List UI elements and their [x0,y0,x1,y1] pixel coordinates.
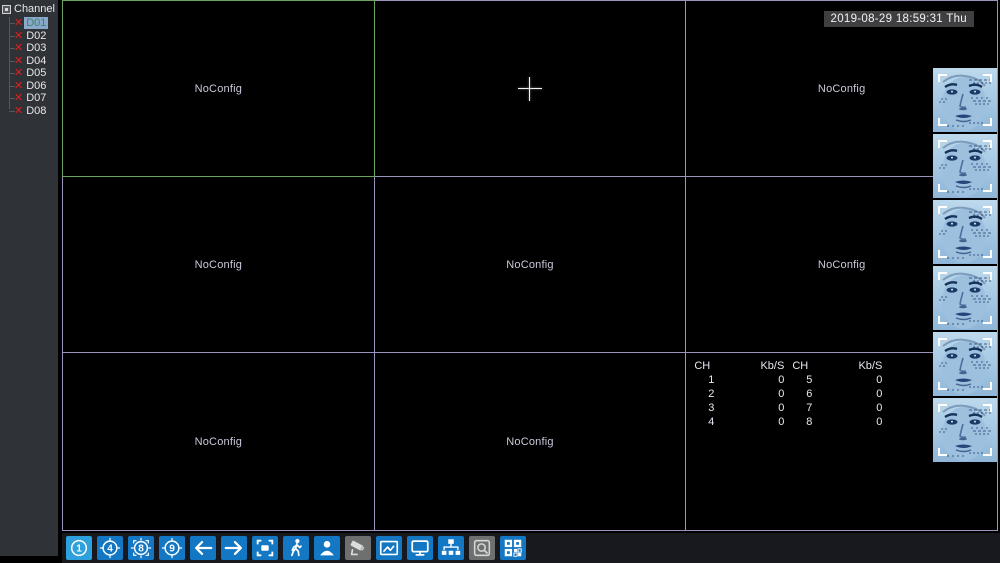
channel-tree-root[interactable]: Channel [0,0,58,16]
bitrate-row: 2 0 6 0 [708,388,883,400]
offline-x-icon: ✕ [14,42,24,55]
offline-x-icon: ✕ [14,17,24,30]
disk-search-icon [473,539,491,557]
channel-item-d06[interactable]: ✕ D06 [0,80,58,93]
view-9-icon: 9 [161,537,183,559]
face-detect-button[interactable] [314,536,340,560]
view-8-icon: 8 [130,537,152,559]
face-snapshot-thumbnail[interactable] [933,68,997,132]
channel-tree: ✕ D01 ✕ D02 ✕ D03 ✕ D04 ✕ D05 ✕ D06 ✕ D0… [0,17,58,117]
monitor-icon [411,540,429,556]
view-1-icon: 1 [70,539,88,557]
noconfig-label: NoConfig [194,435,243,448]
network-tree-icon [441,539,461,555]
video-cell-4[interactable]: NoConfig [63,177,374,352]
bitrate-row: 1 0 5 0 [708,374,883,386]
channel-item-d02[interactable]: ✕ D02 [0,30,58,43]
storage-search-button[interactable] [469,536,495,560]
output-adjust-button[interactable] [407,536,433,560]
noconfig-label: NoConfig [194,258,243,271]
svg-text:9: 9 [169,544,175,555]
dvr-monitor-window: { "sidebar": { "header": "Channel", "cha… [0,0,1000,563]
channel-item-d03[interactable]: ✕ D03 [0,42,58,55]
qr-grid-icon [504,539,522,557]
noconfig-label: NoConfig [194,82,243,95]
face-snapshot-thumbnail[interactable] [933,200,997,264]
fullscreen-button[interactable] [252,536,278,560]
crosshair-cursor [517,76,542,101]
face-snapshot-thumbnail[interactable] [933,398,997,462]
video-cell-2[interactable] [374,1,686,176]
network-button[interactable] [438,536,464,560]
channel-sidebar: Channel ✕ D01 ✕ D02 ✕ D03 ✕ D04 ✕ D05 ✕ … [0,0,58,556]
bottom-toolbar: 1 4 8 9 [62,533,1000,563]
channel-item-d07[interactable]: ✕ D07 [0,92,58,105]
video-grid: NoConfig NoConfig NoConfig NoConfig NoCo… [62,0,998,531]
video-cell-1[interactable]: NoConfig [62,0,375,177]
channel-item-d08[interactable]: ✕ D08 [0,105,58,118]
face-snapshot-panel [933,68,998,464]
arrow-left-icon [195,540,213,556]
noconfig-label: NoConfig [817,82,866,95]
channel-item-d05[interactable]: ✕ D05 [0,67,58,80]
face-snapshot-thumbnail[interactable] [933,332,997,396]
ptz-camera-icon [350,540,365,556]
arrow-right-icon [224,540,242,556]
face-snapshot-thumbnail[interactable] [933,134,997,198]
video-cell-8[interactable]: NoConfig [374,353,686,530]
tree-node-icon [2,4,11,14]
noconfig-label: NoConfig [817,258,866,271]
ptz-control-button[interactable] [345,536,371,560]
svg-text:4: 4 [107,544,113,555]
view-single-button[interactable]: 1 [66,536,92,560]
noconfig-label: NoConfig [506,435,554,448]
channel-matrix-button[interactable] [500,536,526,560]
video-cell-5[interactable]: NoConfig [374,177,686,352]
focus-square-icon [256,539,274,557]
channel-item-d04[interactable]: ✕ D04 [0,55,58,68]
page-next-button[interactable] [221,536,247,560]
bitrate-table: CH Kb/S CH Kb/S 1 0 5 0 2 0 6 0 3 0 7 0 … [690,360,886,430]
offline-x-icon: ✕ [14,92,24,105]
view-nine-button[interactable]: 9 [159,536,185,560]
bitrate-row: 4 0 8 0 [708,416,883,428]
walking-person-icon [291,539,302,557]
picture-frame-icon [379,540,399,556]
image-color-button[interactable] [376,536,402,560]
system-timestamp: 2019-08-29 18:59:31 Thu [823,11,974,27]
channel-item-d01[interactable]: ✕ D01 [0,17,58,30]
view-quad-button[interactable]: 4 [97,536,123,560]
person-bust-icon [320,541,334,556]
bitrate-row: 3 0 7 0 [708,402,883,414]
svg-text:8: 8 [138,544,144,555]
offline-x-icon: ✕ [14,54,24,67]
motion-detect-button[interactable] [283,536,309,560]
offline-x-icon: ✕ [14,79,24,92]
offline-x-icon: ✕ [14,67,24,80]
offline-x-icon: ✕ [14,29,24,42]
noconfig-label: NoConfig [506,258,554,271]
page-previous-button[interactable] [190,536,216,560]
svg-text:1: 1 [76,544,82,555]
face-snapshot-thumbnail[interactable] [933,266,997,330]
offline-x-icon: ✕ [14,104,24,117]
view-eight-button[interactable]: 8 [128,536,154,560]
channel-tree-label: Channel [14,3,55,15]
video-cell-7[interactable]: NoConfig [63,353,374,530]
view-4-icon: 4 [99,537,121,559]
